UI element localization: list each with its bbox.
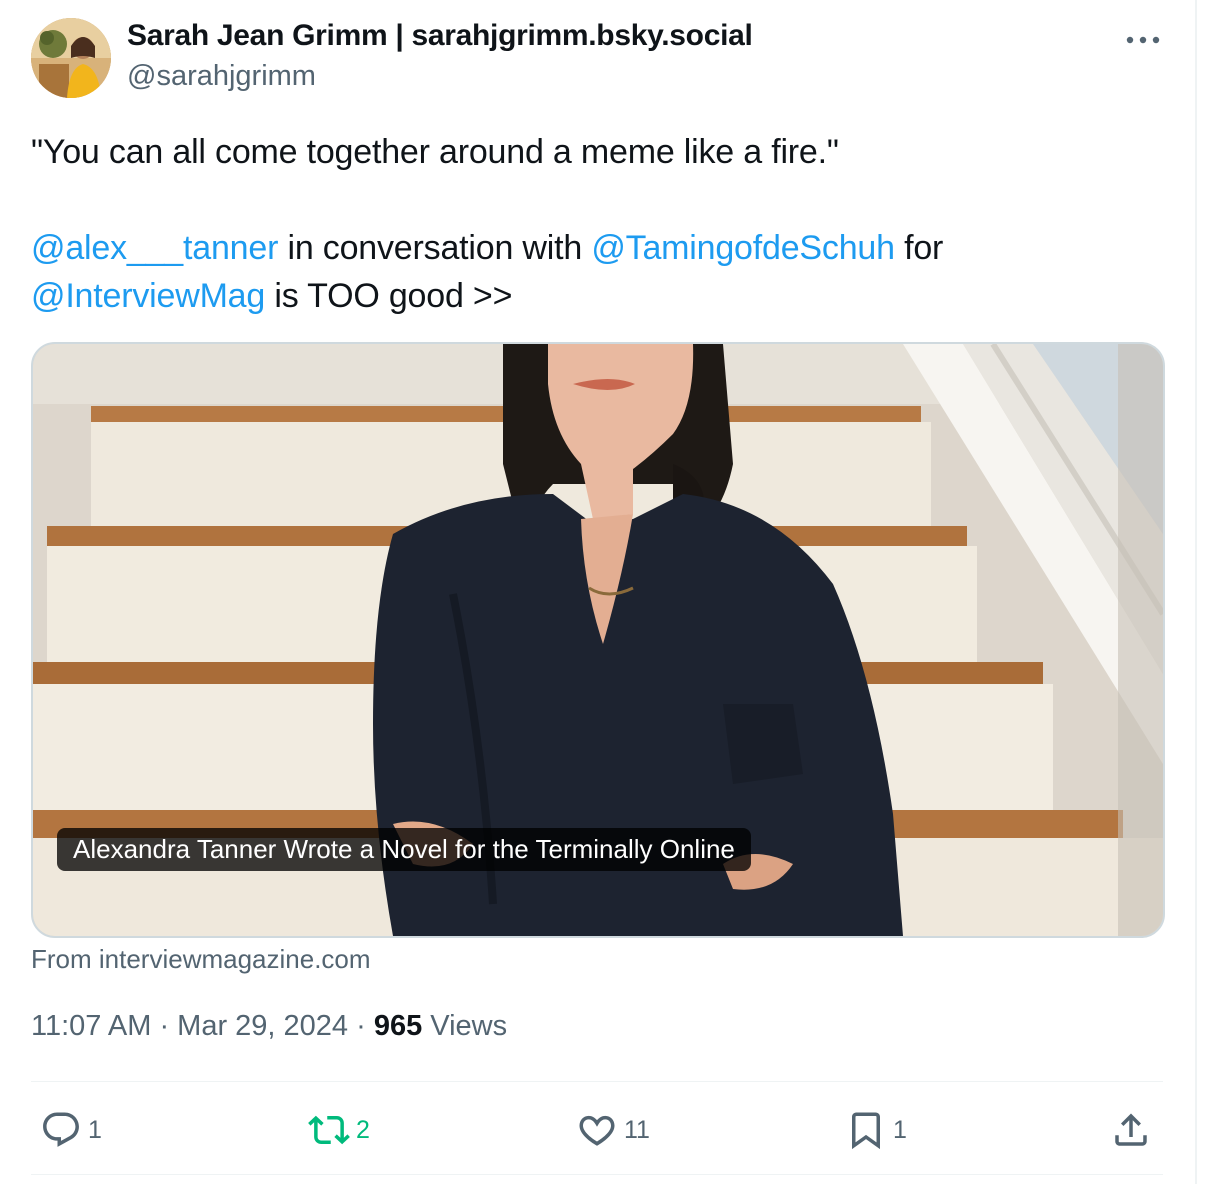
tweet-line-3: @InterviewMag is TOO good >> [31,272,1171,320]
tweet-text-segment: for [894,229,944,267]
views-label: Views [422,1010,508,1042]
meta-separator: · [151,1010,178,1042]
tweet-line-2: @alex___tanner in conversation with @Tam… [31,224,1171,272]
bookmark-count: 1 [893,1115,907,1144]
avatar[interactable] [31,18,111,98]
bookmark-icon [852,1112,880,1150]
reply-button[interactable]: 1 [40,1108,102,1152]
avatar-image [31,18,111,98]
retweet-count: 2 [356,1115,370,1144]
meta-separator: · [348,1010,374,1042]
tweet-quote: "You can all come together around a meme… [31,133,839,171]
reply-count: 1 [88,1115,102,1144]
retweet-icon [308,1115,350,1145]
share-button[interactable] [1110,1108,1152,1152]
like-button[interactable]: 11 [576,1108,650,1152]
tweet-text: "You can all come together around a meme… [31,128,1171,320]
bookmark-button[interactable]: 1 [845,1108,907,1152]
share-upload-icon [1115,1113,1147,1146]
like-count: 11 [624,1115,650,1144]
card-title-overlay[interactable]: Alexandra Tanner Wrote a Novel for the T… [57,828,751,871]
reply-bubble-icon [43,1112,79,1147]
tweet-meta: 11:07 AM · Mar 29, 2024 · 965 Views [31,1010,507,1043]
author-handle[interactable]: @sarahjgrimm [127,60,316,93]
author-display-name[interactable]: Sarah Jean Grimm | sarahjgrimm.bsky.soci… [127,19,753,53]
more-horizontal-icon [1126,36,1160,44]
tweet-text-segment: is TOO good >> [265,277,513,315]
tweet-text-segment: in conversation with [278,229,592,267]
divider-top [31,1081,1163,1082]
mention-alex-tanner[interactable]: @alex___tanner [31,229,278,267]
retweet-button[interactable]: 2 [308,1108,370,1152]
tweet-time[interactable]: 11:07 AM [31,1010,151,1042]
mention-interview-mag[interactable]: @InterviewMag [31,277,265,315]
card-source-domain[interactable]: From interviewmagazine.com [31,944,371,975]
timeline-border [1195,0,1197,1184]
heart-icon [579,1115,615,1146]
more-options-button[interactable] [1120,22,1166,58]
mention-taming-of-de-schuh[interactable]: @TamingofdeSchuh [591,229,895,267]
divider-bottom [31,1174,1163,1175]
views-count: 965 [373,1010,423,1042]
tweet-date[interactable]: Mar 29, 2024 [177,1010,348,1042]
